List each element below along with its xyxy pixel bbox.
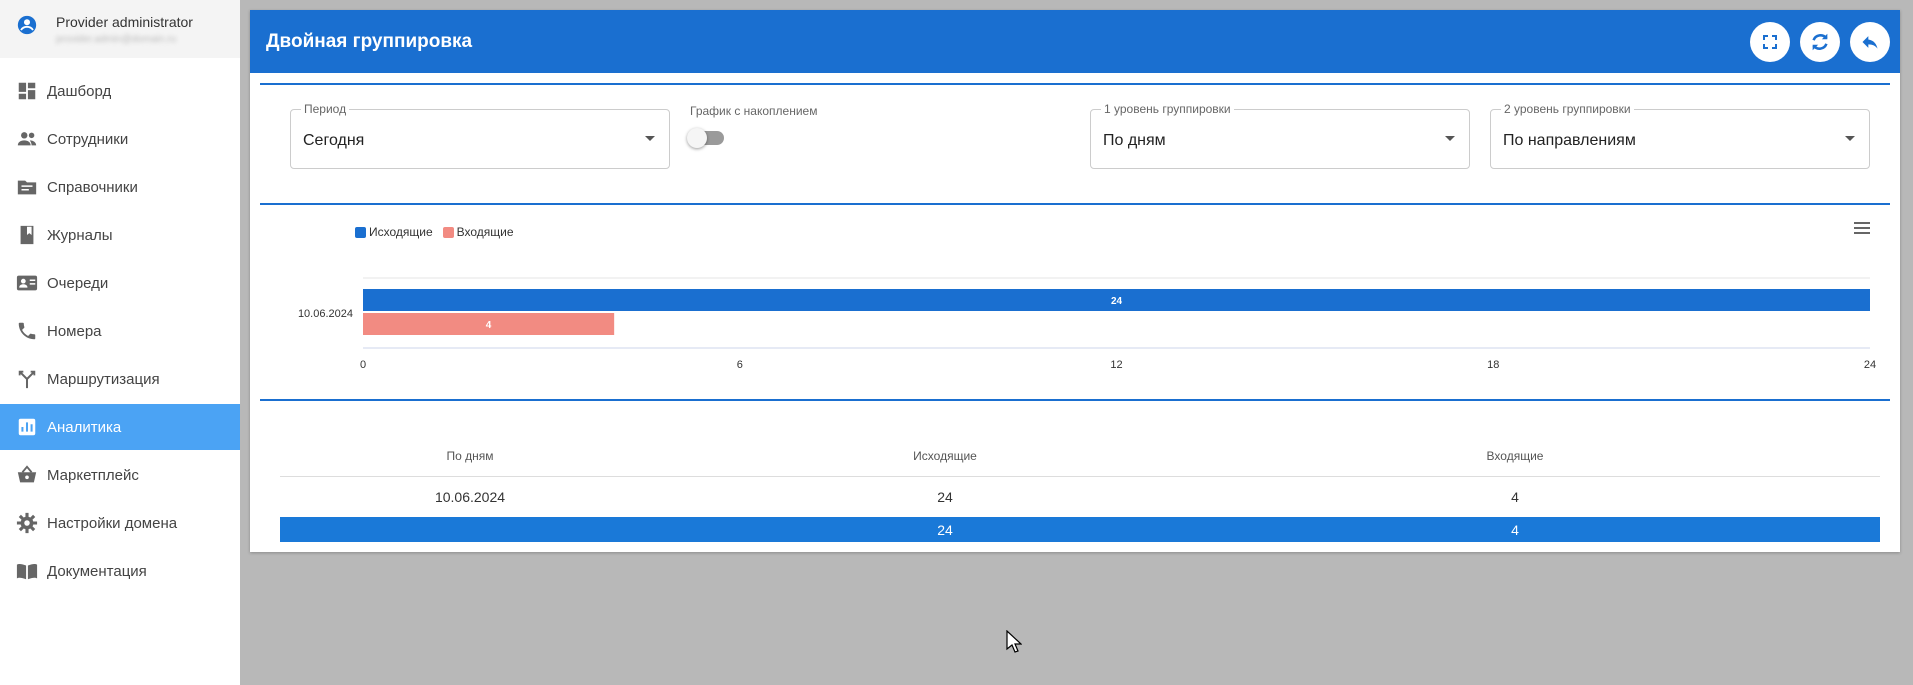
legend-swatch xyxy=(355,226,366,238)
legend-item-incoming[interactable]: Входящие xyxy=(442,225,514,239)
header-cell-outgoing[interactable]: Исходящие xyxy=(660,435,1230,476)
legend-swatch xyxy=(442,226,454,238)
back-button[interactable] xyxy=(1850,21,1890,62)
level2-value: По направлениям xyxy=(1503,132,1636,149)
header-cell-incoming[interactable]: Входящие xyxy=(1230,435,1800,476)
table-row: 10.06.2024 24 4 xyxy=(280,477,1880,517)
people-icon xyxy=(16,128,38,150)
contact-card-icon xyxy=(16,272,38,294)
divider xyxy=(260,399,1890,401)
chevron-down-icon xyxy=(1445,136,1455,141)
user-name: Provider administrator xyxy=(56,14,193,30)
sidebar-item-label: Справочники xyxy=(47,178,138,196)
sidebar-item-dashboard[interactable]: Дашборд xyxy=(0,68,240,114)
legend-item-outgoing[interactable]: Исходящие xyxy=(355,225,433,239)
sidebar-item-label: Очереди xyxy=(47,274,109,292)
sidebar-item-label: Журналы xyxy=(47,226,113,244)
bar-chart: 0 6 12 18 24 10.06.2024 24 4 xyxy=(298,277,1876,371)
sidebar-item-label: Сотрудники xyxy=(47,130,129,148)
chart-legend: Исходящие Входящие xyxy=(355,225,514,239)
cell-outgoing: 24 xyxy=(937,489,953,505)
period-value: Сегодня xyxy=(303,132,365,149)
sidebar-item-label: Документация xyxy=(47,562,147,580)
x-tick-label: 6 xyxy=(737,359,743,371)
fullscreen-button[interactable] xyxy=(1750,21,1790,62)
reply-icon xyxy=(1862,35,1878,49)
legend-label: Входящие xyxy=(456,225,514,239)
docs-icon xyxy=(16,560,38,582)
account-circle-icon xyxy=(16,14,38,36)
x-tick-label: 0 xyxy=(360,359,366,371)
page-title: Двойная группировка xyxy=(266,30,473,52)
divider xyxy=(260,203,1890,205)
sidebar-item-people[interactable]: Сотрудники xyxy=(0,116,240,162)
cell-date: 10.06.2024 xyxy=(434,489,506,505)
sidebar-item-label: Аналитика xyxy=(47,418,122,436)
total-incoming: 4 xyxy=(1511,521,1519,538)
user-email: provider.admin@domain.ru xyxy=(56,34,177,45)
table-total-row: 24 4 xyxy=(280,517,1880,542)
cell-incoming: 4 xyxy=(1511,489,1519,505)
sidebar-item-gear[interactable]: Настройки домена xyxy=(0,500,240,546)
sidebar-item-routing[interactable]: Маршрутизация xyxy=(0,356,240,402)
user-box[interactable]: Provider administrator provider.admin@do… xyxy=(0,0,240,58)
total-label xyxy=(280,517,660,542)
phone-icon xyxy=(16,320,38,342)
basket-icon xyxy=(16,464,38,486)
level2-select[interactable]: 2 уровень группировки По направлениям xyxy=(1490,102,1870,169)
chevron-down-icon xyxy=(1845,136,1855,141)
menu-icon[interactable] xyxy=(1854,221,1870,235)
routing-icon xyxy=(16,368,38,390)
dashboard-icon xyxy=(16,80,38,102)
total-outgoing: 24 xyxy=(937,521,953,538)
sidebar-item-label: Настройки домена xyxy=(47,514,178,532)
fullscreen-icon xyxy=(1763,34,1777,49)
folder-icon xyxy=(16,176,38,198)
level1-label: 1 уровень группировки xyxy=(1101,102,1234,116)
sidebar-item-contact-card[interactable]: Очереди xyxy=(0,260,240,306)
sidebar-item-basket[interactable]: Маркетплейс xyxy=(0,452,240,498)
cumulative-toggle[interactable] xyxy=(687,128,724,148)
sidebar-item-analytics[interactable]: Аналитика xyxy=(0,404,240,450)
sidebar-item-label: Маркетплейс xyxy=(47,466,139,484)
sidebar-item-label: Номера xyxy=(47,322,102,340)
header-cell-days[interactable]: По дням xyxy=(280,435,660,476)
book-icon xyxy=(16,224,38,246)
analytics-icon xyxy=(16,416,38,438)
level2-label: 2 уровень группировки xyxy=(1501,102,1634,116)
cumulative-label: График с накоплением xyxy=(690,104,818,118)
x-tick-label: 24 xyxy=(1864,359,1876,371)
sidebar-item-label: Дашборд xyxy=(47,82,112,100)
divider xyxy=(260,83,1890,85)
report-card: Двойная группировка Период Сегодня Графи… xyxy=(250,10,1900,552)
level1-select[interactable]: 1 уровень группировки По дням xyxy=(1090,102,1470,169)
gear-icon xyxy=(16,512,38,534)
nav-menu: Дашборд Сотрудники Справочники Журналы Очере… xyxy=(0,68,240,594)
chevron-down-icon xyxy=(645,136,655,141)
sidebar-item-phone[interactable]: Номера xyxy=(0,308,240,354)
bar-data-label: 24 xyxy=(1111,296,1123,307)
x-tick-label: 12 xyxy=(1110,359,1122,371)
legend-label: Исходящие xyxy=(369,225,433,239)
toggle-knob xyxy=(687,128,707,148)
level1-value: По дням xyxy=(1103,132,1166,149)
x-tick-label: 18 xyxy=(1487,359,1499,371)
sidebar-item-folder[interactable]: Справочники xyxy=(0,164,240,210)
sidebar: Provider administrator provider.admin@do… xyxy=(0,0,240,685)
sidebar-item-book[interactable]: Журналы xyxy=(0,212,240,258)
table-header: По дням Исходящие Входящие xyxy=(280,435,1880,477)
sidebar-item-label: Маршрутизация xyxy=(47,370,160,388)
refresh-button[interactable] xyxy=(1800,21,1840,62)
bar-data-label: 4 xyxy=(486,320,492,331)
sidebar-item-docs[interactable]: Документация xyxy=(0,548,240,594)
card-header: Двойная группировка xyxy=(250,10,1900,73)
mouse-cursor-icon xyxy=(1006,630,1022,653)
period-label: Период xyxy=(301,102,350,116)
y-tick-label: 10.06.2024 xyxy=(298,308,353,320)
refresh-icon xyxy=(1812,33,1828,50)
period-select[interactable]: Период Сегодня xyxy=(290,102,670,169)
